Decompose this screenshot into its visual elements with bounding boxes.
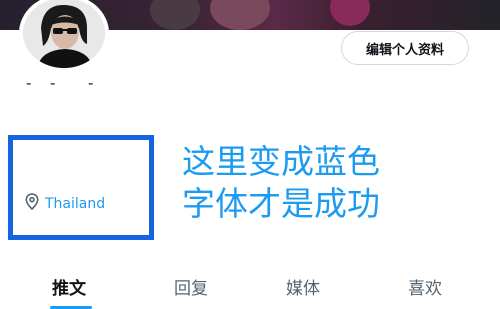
tab-tweets[interactable]: 推文 <box>52 274 86 299</box>
avatar[interactable] <box>19 0 109 72</box>
annotation-line-1: 这里变成蓝色 <box>182 142 380 181</box>
profile-tabs: 推文 回复 媒体 喜欢 <box>0 270 500 309</box>
tab-media[interactable]: 媒体 <box>286 274 320 299</box>
annotation-highlight-box <box>8 135 154 240</box>
tab-replies[interactable]: 回复 <box>174 274 208 299</box>
name-dash: - <box>26 74 33 92</box>
map-pin-icon <box>25 193 39 214</box>
annotation-line-2: 字体才是成功 <box>182 184 380 223</box>
name-dash: - <box>50 74 57 92</box>
tab-likes[interactable]: 喜欢 <box>408 274 442 299</box>
name-dash: - <box>88 74 95 92</box>
banner-figure <box>330 0 370 26</box>
location-text: Thailand <box>45 195 106 212</box>
banner-figure <box>150 0 200 30</box>
annotation-text: 这里变成蓝色 字体才是成功 <box>182 141 380 225</box>
avatar-photo <box>23 0 105 68</box>
edit-profile-button[interactable]: 编辑个人资料 <box>341 31 469 65</box>
banner-figure <box>210 0 270 30</box>
profile-location: Thailand <box>25 193 105 214</box>
